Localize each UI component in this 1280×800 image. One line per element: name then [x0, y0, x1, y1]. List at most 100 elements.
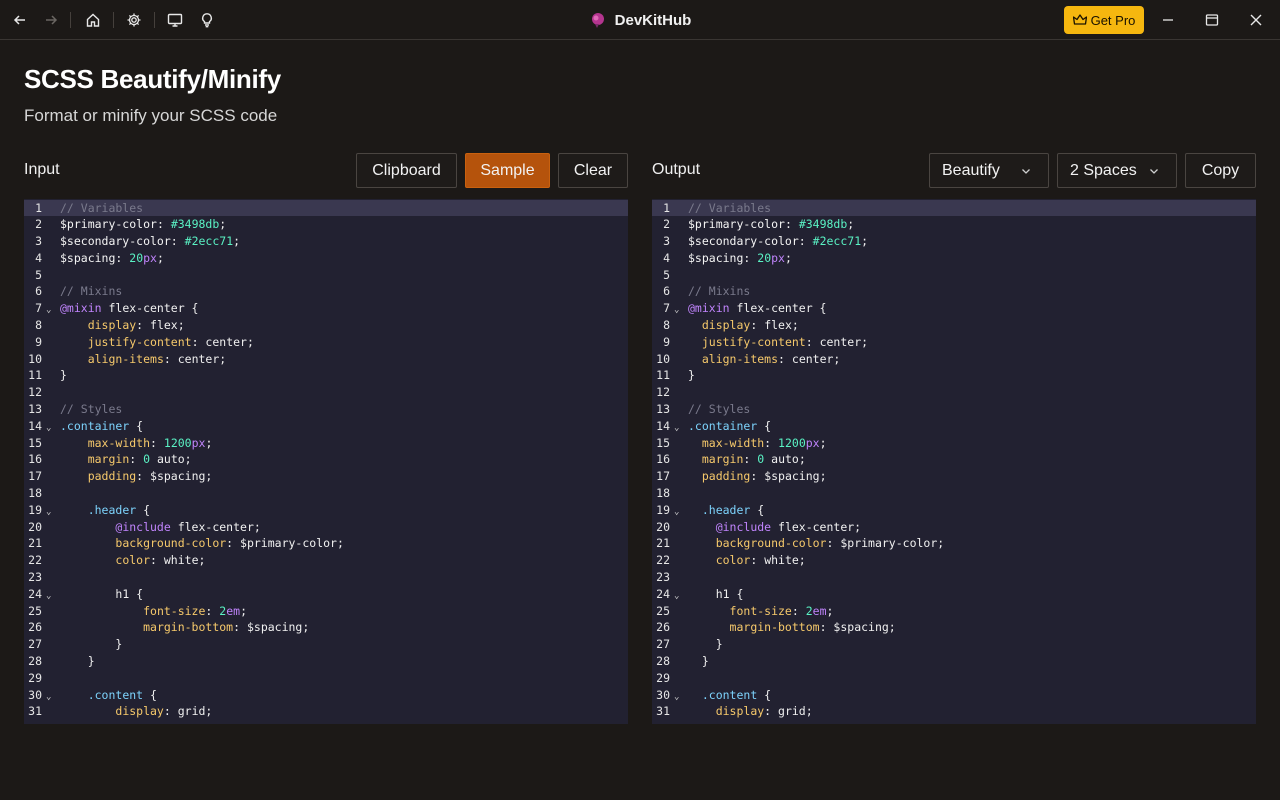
code-line[interactable]: 27 }	[652, 636, 1256, 653]
sample-button[interactable]: Sample	[465, 153, 550, 188]
code-line[interactable]: 24 ⌄ h1 {	[652, 586, 1256, 603]
code-line[interactable]: 30 ⌄ .content {	[24, 687, 628, 704]
line-number: 15	[656, 435, 670, 450]
code-line[interactable]: 21 background-color: $primary-color;	[652, 535, 1256, 552]
line-number: 19	[28, 502, 42, 517]
forward-arrow-icon[interactable]	[39, 8, 63, 32]
code-line[interactable]: 7 ⌄ @mixin flex-center {	[24, 300, 628, 317]
code-line[interactable]: 7 ⌄ @mixin flex-center {	[652, 300, 1256, 317]
code-line[interactable]: 22 color: white;	[652, 552, 1256, 569]
code-line[interactable]: 16 margin: 0 auto;	[652, 451, 1256, 468]
code-line[interactable]: 3 $secondary-color: #2ecc71;	[24, 233, 628, 250]
code-line[interactable]: 12	[24, 384, 628, 401]
monitor-icon[interactable]	[163, 8, 187, 32]
code-line[interactable]: 6 // Mixins	[24, 283, 628, 300]
line-number: 27	[28, 637, 42, 652]
code-line[interactable]: 8 display: flex;	[652, 317, 1256, 334]
line-number: 9	[35, 334, 42, 349]
code-line[interactable]: 17 padding: $spacing;	[24, 468, 628, 485]
code-line[interactable]: 11}	[652, 367, 1256, 384]
code-line[interactable]: 13 // Styles	[652, 401, 1256, 418]
lightbulb-icon[interactable]	[195, 8, 219, 32]
code-line[interactable]: 28 }	[24, 653, 628, 670]
output-code-editor[interactable]: 1 // Variables 2 $primary-color: #3498db; 3 $…	[652, 199, 1256, 724]
divider	[70, 12, 71, 28]
line-number: 31	[28, 704, 42, 719]
clear-button[interactable]: Clear	[558, 153, 628, 188]
line-number: 5	[35, 267, 42, 282]
code-line[interactable]: 21 background-color: $primary-color;	[24, 535, 628, 552]
line-number: 5	[663, 267, 670, 282]
indent-select[interactable]: 2 Spaces	[1057, 153, 1177, 188]
mode-select[interactable]: Beautify	[929, 153, 1049, 188]
clipboard-button[interactable]: Clipboard	[356, 153, 457, 188]
code-line[interactable]: 31 display: grid;	[652, 703, 1256, 720]
code-line[interactable]: 29	[24, 670, 628, 687]
code-line[interactable]: 26 margin-bottom: $spacing;	[652, 619, 1256, 636]
code-line[interactable]: 10 align-items: center;	[24, 351, 628, 368]
get-pro-button[interactable]: Get Pro	[1064, 6, 1144, 34]
code-text: padding: $spacing;	[701, 469, 827, 484]
code-line[interactable]: 15 max-width: 1200px;	[24, 435, 628, 452]
code-line[interactable]: 2 $primary-color: #3498db;	[652, 216, 1256, 233]
maximize-icon[interactable]	[1198, 6, 1226, 34]
input-code-editor[interactable]: 1 // Variables 2 $primary-color: #3498db; 3 $…	[24, 199, 628, 724]
code-text: $secondary-color: #2ecc71;	[60, 234, 241, 249]
code-text: font-size: 2em;	[143, 603, 248, 618]
minimize-icon[interactable]	[1154, 6, 1182, 34]
mode-select-value: Beautify	[942, 161, 1000, 179]
code-line[interactable]: 3 $secondary-color: #2ecc71;	[652, 233, 1256, 250]
code-line[interactable]: 4 $spacing: 20px;	[652, 250, 1256, 267]
code-line[interactable]: 12	[652, 384, 1256, 401]
code-line[interactable]: 13 // Styles	[24, 401, 628, 418]
code-line[interactable]: 19 ⌄ .header {	[24, 502, 628, 519]
copy-button[interactable]: Copy	[1185, 153, 1256, 188]
code-line[interactable]: 29	[652, 670, 1256, 687]
code-line[interactable]: 31 display: grid;	[24, 703, 628, 720]
code-line[interactable]: 1 // Variables	[24, 199, 628, 217]
code-line[interactable]: 28 }	[652, 653, 1256, 670]
back-arrow-icon[interactable]	[8, 8, 32, 32]
code-line[interactable]: 23	[652, 569, 1256, 586]
code-line[interactable]: 27 }	[24, 636, 628, 653]
code-text: }	[115, 637, 123, 652]
code-line[interactable]: 8 display: flex;	[24, 317, 628, 334]
code-line[interactable]: 5	[24, 267, 628, 284]
code-line[interactable]: 25 font-size: 2em;	[652, 603, 1256, 620]
code-line[interactable]: 22 color: white;	[24, 552, 628, 569]
code-text: .content {	[701, 687, 772, 702]
code-line[interactable]: 30 ⌄ .content {	[652, 687, 1256, 704]
code-line[interactable]: 18	[652, 485, 1256, 502]
code-line[interactable]: 24 ⌄ h1 {	[24, 586, 628, 603]
line-number: 14	[656, 418, 670, 433]
page-title: SCSS Beautify/Minify	[24, 64, 281, 94]
code-line[interactable]: 10 align-items: center;	[652, 351, 1256, 368]
code-line[interactable]: 4 $spacing: 20px;	[24, 250, 628, 267]
code-text: // Variables	[688, 200, 772, 215]
code-line[interactable]: 14 ⌄ .container {	[652, 418, 1256, 435]
code-line[interactable]: 9 justify-content: center;	[652, 334, 1256, 351]
code-line[interactable]: 20 @include flex-center;	[652, 519, 1256, 536]
code-line[interactable]: 14 ⌄ .container {	[24, 418, 628, 435]
code-line[interactable]: 9 justify-content: center;	[24, 334, 628, 351]
gear-icon[interactable]	[122, 8, 146, 32]
code-line[interactable]: 17 padding: $spacing;	[652, 468, 1256, 485]
code-line[interactable]: 15 max-width: 1200px;	[652, 435, 1256, 452]
code-line[interactable]: 1 // Variables	[652, 199, 1256, 217]
code-line[interactable]: 25 font-size: 2em;	[24, 603, 628, 620]
code-line[interactable]: 23	[24, 569, 628, 586]
code-line[interactable]: 5	[652, 267, 1256, 284]
code-line[interactable]: 20 @include flex-center;	[24, 519, 628, 536]
code-line[interactable]: 2 $primary-color: #3498db;	[24, 216, 628, 233]
close-icon[interactable]	[1242, 6, 1270, 34]
code-line[interactable]: 11}	[24, 367, 628, 384]
home-icon[interactable]	[81, 8, 105, 32]
code-line[interactable]: 19 ⌄ .header {	[652, 502, 1256, 519]
code-line[interactable]: 26 margin-bottom: $spacing;	[24, 619, 628, 636]
code-line[interactable]: 16 margin: 0 auto;	[24, 451, 628, 468]
code-line[interactable]: 6 // Mixins	[652, 283, 1256, 300]
code-line[interactable]: 18	[24, 485, 628, 502]
code-text: font-size: 2em;	[729, 603, 834, 618]
code-text: }	[87, 654, 95, 669]
line-number: 30	[656, 687, 670, 702]
